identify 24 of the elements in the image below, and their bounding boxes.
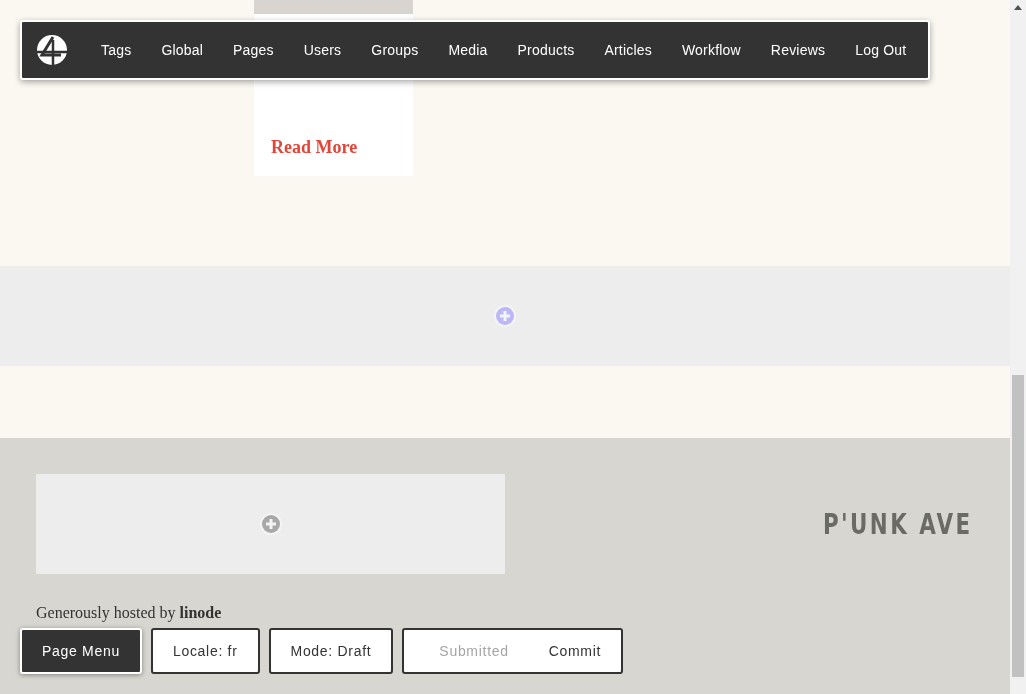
- nav-link[interactable]: Users: [288, 42, 357, 58]
- page-menu-button[interactable]: Page Menu: [20, 628, 142, 674]
- scroll-thumb[interactable]: [1012, 375, 1024, 677]
- nav-link[interactable]: Articles: [589, 42, 667, 58]
- action-button[interactable]: Commit: [508, 643, 602, 659]
- add-icon[interactable]: [258, 512, 283, 536]
- read-more-link[interactable]: Read More: [271, 137, 358, 158]
- scroll-up-icon[interactable]: [1014, 5, 1022, 10]
- nav-link[interactable]: Global: [146, 42, 219, 58]
- nav-link[interactable]: Reviews: [755, 42, 841, 58]
- add-icon[interactable]: [493, 304, 517, 328]
- nav-link[interactable]: Workflow: [666, 42, 756, 58]
- nav-link[interactable]: Tags: [86, 42, 147, 58]
- nav-link[interactable]: Log Out: [840, 42, 922, 58]
- credit-text: Generously hosted by linode: [36, 604, 223, 622]
- logo: P'UNK AVE: [823, 507, 973, 541]
- toolbar-button[interactable]: Mode: Draft: [268, 628, 394, 674]
- toolbar-button[interactable]: Locale: fr: [150, 628, 260, 674]
- nav-link[interactable]: Media: [433, 42, 503, 58]
- nav-link[interactable]: Groups: [356, 42, 434, 58]
- nav-link[interactable]: Pages: [218, 42, 289, 58]
- logo-icon[interactable]: [37, 35, 67, 65]
- nav-link[interactable]: Products: [502, 42, 590, 58]
- scrollbar[interactable]: [1010, 0, 1026, 694]
